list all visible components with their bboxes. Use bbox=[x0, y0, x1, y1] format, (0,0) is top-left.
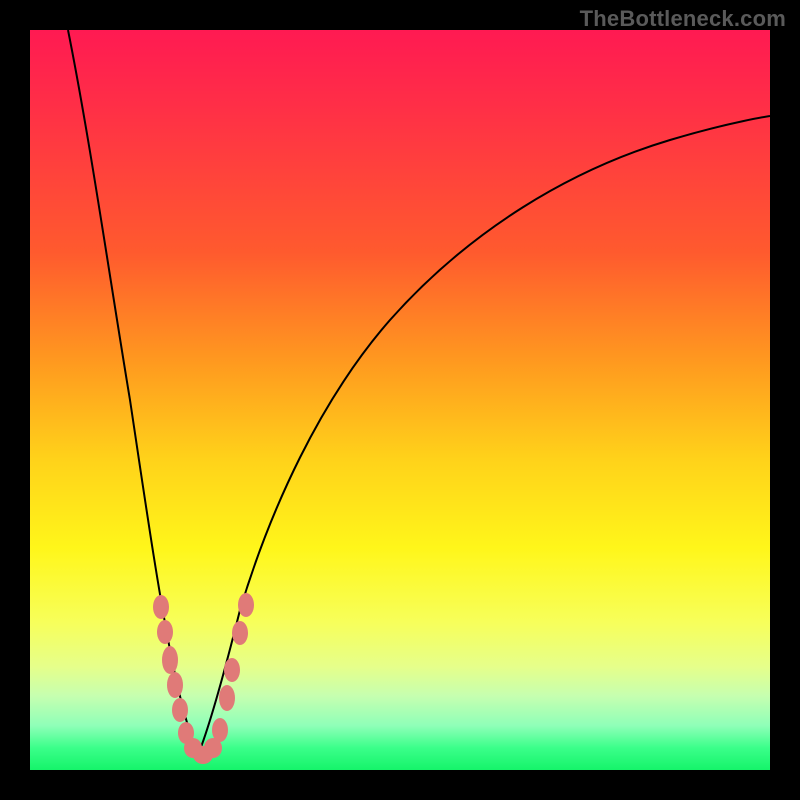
marker-dot bbox=[238, 593, 254, 617]
marker-dot bbox=[232, 621, 248, 645]
marker-dot bbox=[157, 620, 173, 644]
left-branch-curve bbox=[68, 30, 198, 755]
marker-dot bbox=[153, 595, 169, 619]
right-branch-curve bbox=[198, 116, 770, 755]
marker-dot bbox=[172, 698, 188, 722]
plot-area bbox=[30, 30, 770, 770]
marker-dot bbox=[162, 646, 178, 674]
marker-dot bbox=[219, 685, 235, 711]
brand-watermark: TheBottleneck.com bbox=[580, 6, 786, 32]
marker-dot bbox=[224, 658, 240, 682]
curve-canvas bbox=[30, 30, 770, 770]
chart-frame: TheBottleneck.com bbox=[0, 0, 800, 800]
marker-dot bbox=[167, 672, 183, 698]
marker-dot bbox=[212, 718, 228, 742]
